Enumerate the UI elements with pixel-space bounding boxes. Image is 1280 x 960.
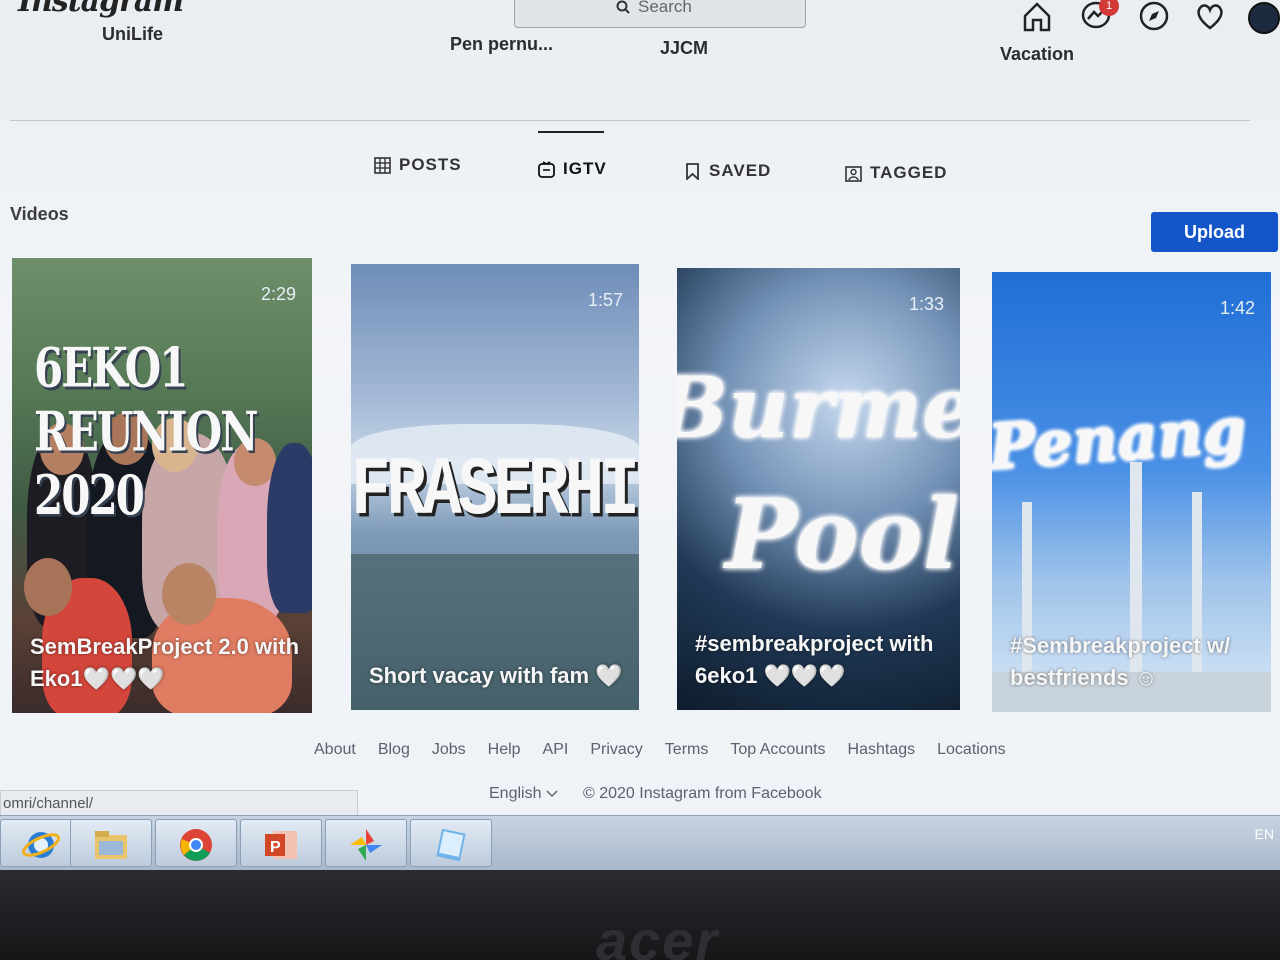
video-title-overlay: Penang [992, 393, 1249, 484]
footer-link-privacy[interactable]: Privacy [590, 741, 642, 759]
footer-link-api[interactable]: API [543, 741, 569, 759]
tab-label: TAGGED [870, 163, 948, 182]
tab-igtv[interactable]: IGTV [538, 159, 607, 179]
activity-heart-icon[interactable] [1194, 0, 1226, 32]
footer-link-hashtags[interactable]: Hashtags [848, 741, 916, 759]
monitor-brand-logo: acer [596, 909, 720, 960]
active-tab-indicator [538, 131, 604, 133]
notes-icon [436, 828, 466, 862]
video-card[interactable]: FRASERHIL 1:57 Short vacay with fam 🤍 [351, 264, 639, 710]
top-navigation: Instagram Search 1 [0, 0, 1280, 34]
bookmark-icon [686, 162, 699, 180]
footer-link-jobs[interactable]: Jobs [432, 741, 466, 759]
windows-taskbar: P EN [0, 815, 1280, 870]
video-duration: 1:57 [587, 290, 623, 310]
home-icon[interactable] [1021, 0, 1053, 32]
highlight-label[interactable]: Pen pernu... [450, 34, 553, 55]
video-title-overlay: Pool [725, 478, 960, 591]
chevron-down-icon [546, 790, 558, 798]
internet-explorer-icon [22, 832, 60, 858]
taskbar-notes[interactable] [410, 819, 492, 867]
videos-heading: Videos [10, 204, 69, 224]
video-duration: 1:42 [1219, 298, 1255, 318]
video-caption: #Sembreakproject w/ bestfriends ☺ [1010, 633, 1231, 690]
video-card[interactable]: Burmes Pool 1:33 #sembreakproject with 6… [677, 268, 960, 710]
search-placeholder: Search [638, 0, 692, 16]
file-explorer-icon [95, 831, 127, 859]
tab-posts[interactable]: POSTS [374, 155, 462, 175]
footer-link-help[interactable]: Help [488, 741, 521, 759]
profile-avatar[interactable] [1248, 2, 1280, 34]
language-select[interactable]: English [489, 785, 541, 803]
tab-saved[interactable]: SAVED [684, 161, 771, 181]
footer-link-terms[interactable]: Terms [665, 741, 709, 759]
video-caption: SemBreakProject 2.0 with Eko1🤍🤍🤍 [30, 634, 300, 691]
tab-tagged[interactable]: TAGGED [845, 163, 947, 183]
footer-link-locations[interactable]: Locations [937, 741, 1006, 759]
language-indicator[interactable]: EN [1255, 826, 1274, 842]
video-caption: #sembreakproject with 6eko1 🤍🤍🤍 [695, 631, 934, 688]
powerpoint-icon: P [265, 831, 297, 859]
taskbar-photos[interactable] [325, 819, 407, 867]
status-bar-url: omri/channel/ [0, 790, 358, 818]
svg-text:P: P [270, 839, 281, 856]
upload-button[interactable]: Upload [1151, 212, 1278, 252]
video-duration: 1:33 [908, 294, 944, 314]
search-icon [616, 0, 630, 14]
photos-icon [350, 829, 382, 861]
video-card[interactable]: 6EKO1 REUNION 2020 2:29 SemBreakProject … [12, 258, 312, 713]
tab-label: SAVED [709, 161, 772, 180]
highlight-label[interactable]: Vacation [1000, 44, 1074, 65]
footer-link-blog[interactable]: Blog [378, 741, 410, 759]
explore-icon[interactable] [1138, 0, 1170, 32]
video-title-overlay: 6EKO1 REUNION 2020 [34, 336, 259, 528]
tab-label: IGTV [563, 159, 607, 178]
igtv-icon [538, 160, 555, 178]
footer-links: About Blog Jobs Help API Privacy Terms T… [314, 741, 1006, 759]
highlight-label[interactable]: JJCM [660, 38, 708, 59]
grid-icon [374, 156, 391, 174]
screen: Instagram Search 1 UniLife Pen pernu... … [0, 0, 1280, 875]
profile-divider [10, 120, 1250, 121]
notification-badge: 1 [1099, 0, 1119, 16]
instagram-logo[interactable]: Instagram [18, 0, 184, 19]
copyright-text: © 2020 Instagram from Facebook [583, 785, 822, 802]
tab-label: POSTS [399, 155, 462, 174]
taskbar-powerpoint[interactable]: P [240, 819, 322, 867]
video-title-overlay: FRASERHIL [351, 444, 639, 538]
video-title-overlay: Burmes [677, 358, 960, 457]
taskbar-chrome[interactable] [155, 819, 237, 867]
video-caption: Short vacay with fam 🤍 [369, 663, 623, 688]
taskbar-file-explorer[interactable] [70, 819, 152, 867]
footer-link-about[interactable]: About [314, 741, 356, 759]
tagged-icon [845, 165, 862, 182]
footer-link-top-accounts[interactable]: Top Accounts [730, 741, 825, 759]
video-card[interactable]: Penang 1:42 #Sembreakproject w/ bestfrie… [992, 272, 1271, 712]
video-duration: 2:29 [260, 284, 296, 304]
highlight-label[interactable]: UniLife [102, 24, 163, 45]
chrome-icon [180, 829, 212, 861]
